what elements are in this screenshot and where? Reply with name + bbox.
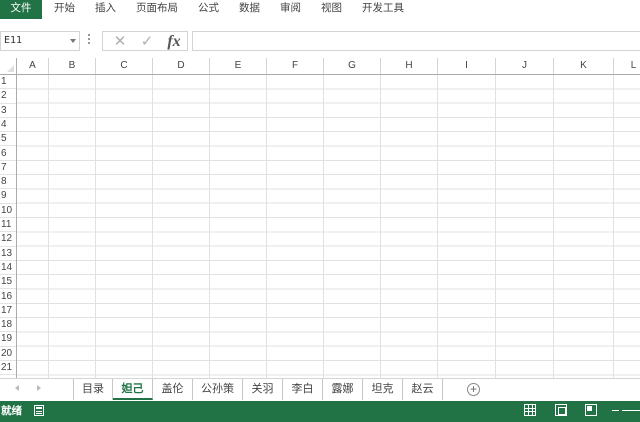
gridline-vertical	[152, 75, 153, 378]
column-header-e[interactable]: E	[210, 58, 267, 74]
row-header-21[interactable]: 21	[0, 361, 16, 376]
cancel-icon[interactable]: ✕	[109, 33, 131, 51]
row-header-4[interactable]: 4	[0, 118, 16, 133]
column-header-i[interactable]: I	[438, 58, 496, 74]
normal-view-icon[interactable]	[524, 404, 536, 416]
column-header-f[interactable]: F	[267, 58, 324, 74]
row-header-1[interactable]: 1	[0, 75, 16, 90]
sheet-tab[interactable]: 赵云	[403, 379, 443, 400]
status-ready: 就绪	[1, 405, 22, 417]
ribbon-tab-bar: 文件 开始 插入 页面布局 公式 数据 审阅 视图 开发工具	[0, 0, 640, 19]
page-break-preview-icon[interactable]	[585, 404, 597, 416]
row-header-20[interactable]: 20	[0, 347, 16, 361]
page-layout-view-icon[interactable]	[555, 404, 567, 416]
sheet-tab[interactable]: 公孙策	[193, 379, 243, 400]
row-header-14[interactable]: 14	[0, 261, 16, 276]
row-header-18[interactable]: 18	[0, 318, 16, 333]
zoom-out-icon[interactable]	[612, 410, 619, 411]
sheet-tab[interactable]: 坦克	[363, 379, 403, 400]
add-sheet-button[interactable]: +	[467, 383, 480, 396]
sheet-tab[interactable]: 关羽	[243, 379, 283, 400]
tab-formulas[interactable]: 公式	[198, 0, 219, 19]
row-header-10[interactable]: 10	[0, 204, 16, 218]
row-header-3[interactable]: 3	[0, 104, 16, 118]
formula-input[interactable]	[192, 31, 640, 51]
column-header-b[interactable]: B	[49, 58, 96, 74]
gridline-vertical	[613, 75, 614, 378]
tab-insert[interactable]: 插入	[95, 0, 116, 19]
column-header-j[interactable]: J	[496, 58, 554, 74]
column-header-g[interactable]: G	[324, 58, 381, 74]
gridline-vertical	[553, 75, 554, 378]
column-header-c[interactable]: C	[96, 58, 153, 74]
select-all-icon	[7, 65, 14, 72]
tab-home[interactable]: 开始	[54, 0, 75, 19]
scroll-tabs-left-icon[interactable]	[15, 385, 19, 391]
macro-record-icon[interactable]	[34, 405, 44, 416]
row-header-15[interactable]: 15	[0, 275, 16, 290]
row-header-12[interactable]: 12	[0, 232, 16, 247]
column-header-k[interactable]: K	[554, 58, 614, 74]
row-header-9[interactable]: 9	[0, 189, 16, 204]
row-header-5[interactable]: 5	[0, 132, 16, 147]
gridline-vertical	[95, 75, 96, 378]
formula-buttons: ✕ ✓ fx	[102, 31, 188, 51]
gridline-vertical	[266, 75, 267, 378]
gridline-vertical	[380, 75, 381, 378]
column-header-h[interactable]: H	[381, 58, 438, 74]
sheet-tab[interactable]: 露娜	[323, 379, 363, 400]
row-header-19[interactable]: 19	[0, 332, 16, 347]
column-header-a[interactable]: A	[17, 58, 49, 74]
gridline-vertical	[495, 75, 496, 378]
tab-view[interactable]: 视图	[321, 0, 342, 19]
tab-review[interactable]: 审阅	[280, 0, 301, 19]
select-all-button[interactable]	[0, 58, 17, 75]
column-headers: ABCDEFGHIJKL	[17, 58, 640, 75]
column-header-l[interactable]: L	[614, 58, 640, 74]
status-bar: 就绪	[0, 401, 640, 422]
column-header-d[interactable]: D	[153, 58, 210, 74]
tab-developer[interactable]: 开发工具	[362, 0, 404, 19]
gridline-vertical	[209, 75, 210, 378]
formula-bar-resize-handle[interactable]	[88, 34, 91, 46]
sheet-tab[interactable]: 妲己	[113, 379, 153, 400]
insert-function-icon[interactable]: fx	[163, 33, 185, 51]
chevron-down-icon[interactable]	[70, 39, 76, 43]
cell-area[interactable]	[17, 75, 640, 378]
formula-bar: E11 ✕ ✓ fx	[0, 31, 640, 51]
row-header-13[interactable]: 13	[0, 247, 16, 261]
zoom-slider[interactable]	[622, 410, 640, 411]
row-header-2[interactable]: 2	[0, 89, 16, 104]
sheet-tab[interactable]: 李白	[283, 379, 323, 400]
row-header-11[interactable]: 11	[0, 218, 16, 233]
tab-page-layout[interactable]: 页面布局	[136, 0, 178, 19]
gridline-vertical	[48, 75, 49, 378]
row-header-6[interactable]: 6	[0, 147, 16, 161]
name-box-value: E11	[4, 35, 23, 46]
row-header-8[interactable]: 8	[0, 175, 16, 190]
gridline-vertical	[437, 75, 438, 378]
sheet-tab-bar: 目录 妲己 盖伦 公孙策 关羽 李白 露娜 坦克 赵云 +	[0, 378, 640, 400]
name-box[interactable]: E11	[0, 31, 80, 51]
row-header-7[interactable]: 7	[0, 161, 16, 176]
row-header-16[interactable]: 16	[0, 290, 16, 304]
row-headers: 1 2 3 4 5 6 7 8 9 10 11 12 13 14 15 16 17 18 19 20 21	[0, 75, 17, 378]
sheet-tab[interactable]: 盖伦	[153, 379, 193, 400]
check-icon[interactable]: ✓	[136, 33, 158, 51]
worksheet-grid: ABCDEFGHIJKL 1 2 3 4 5 6 7 8 9 10 11 12 13 14 15 16 17 18…	[0, 58, 640, 378]
sheet-tab[interactable]: 目录	[73, 379, 113, 400]
gridline-vertical	[323, 75, 324, 378]
row-header-17[interactable]: 17	[0, 304, 16, 319]
tab-data[interactable]: 数据	[239, 0, 260, 19]
tab-file[interactable]: 文件	[0, 0, 42, 19]
scroll-tabs-right-icon[interactable]	[37, 385, 41, 391]
